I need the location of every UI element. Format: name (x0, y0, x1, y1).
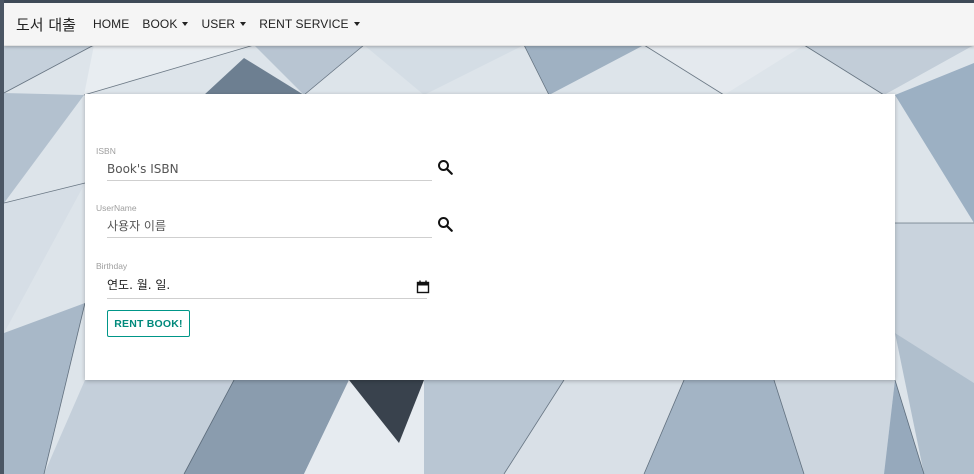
isbn-input[interactable] (107, 158, 432, 181)
caret-down-icon (240, 21, 247, 26)
brand-title[interactable]: 도서 대출 (16, 14, 76, 35)
caret-down-icon (353, 21, 360, 26)
nav-item-book[interactable]: BOOK (142, 17, 189, 31)
search-icon[interactable] (436, 215, 454, 233)
rent-book-button[interactable]: RENT BOOK! (107, 310, 190, 337)
nav-item-home[interactable]: HOME (93, 17, 129, 31)
nav-item-user-label: USER (201, 17, 236, 31)
username-input[interactable] (107, 215, 432, 238)
nav-item-user[interactable]: USER (201, 17, 247, 31)
app-window: 도서 대출 HOME BOOK USER RENT SERVICE ISBN U (4, 3, 974, 474)
top-navbar: 도서 대출 HOME BOOK USER RENT SERVICE (4, 3, 974, 46)
username-label: UserName (96, 203, 137, 213)
isbn-label: ISBN (96, 146, 116, 156)
nav-item-home-label: HOME (92, 17, 130, 31)
nav-item-rent-service-label: RENT SERVICE (259, 17, 349, 31)
birthday-date-input[interactable]: 연도. 월. 일. (107, 276, 427, 299)
calendar-icon[interactable] (416, 280, 430, 294)
search-icon[interactable] (436, 158, 454, 176)
birthday-label: Birthday (96, 261, 128, 271)
nav-item-rent-service[interactable]: RENT SERVICE (259, 17, 360, 31)
caret-down-icon (182, 21, 189, 26)
rent-form-card: ISBN UserName Birthday 연도. 월. 일. (85, 94, 895, 380)
nav-item-book-label: BOOK (142, 17, 178, 31)
